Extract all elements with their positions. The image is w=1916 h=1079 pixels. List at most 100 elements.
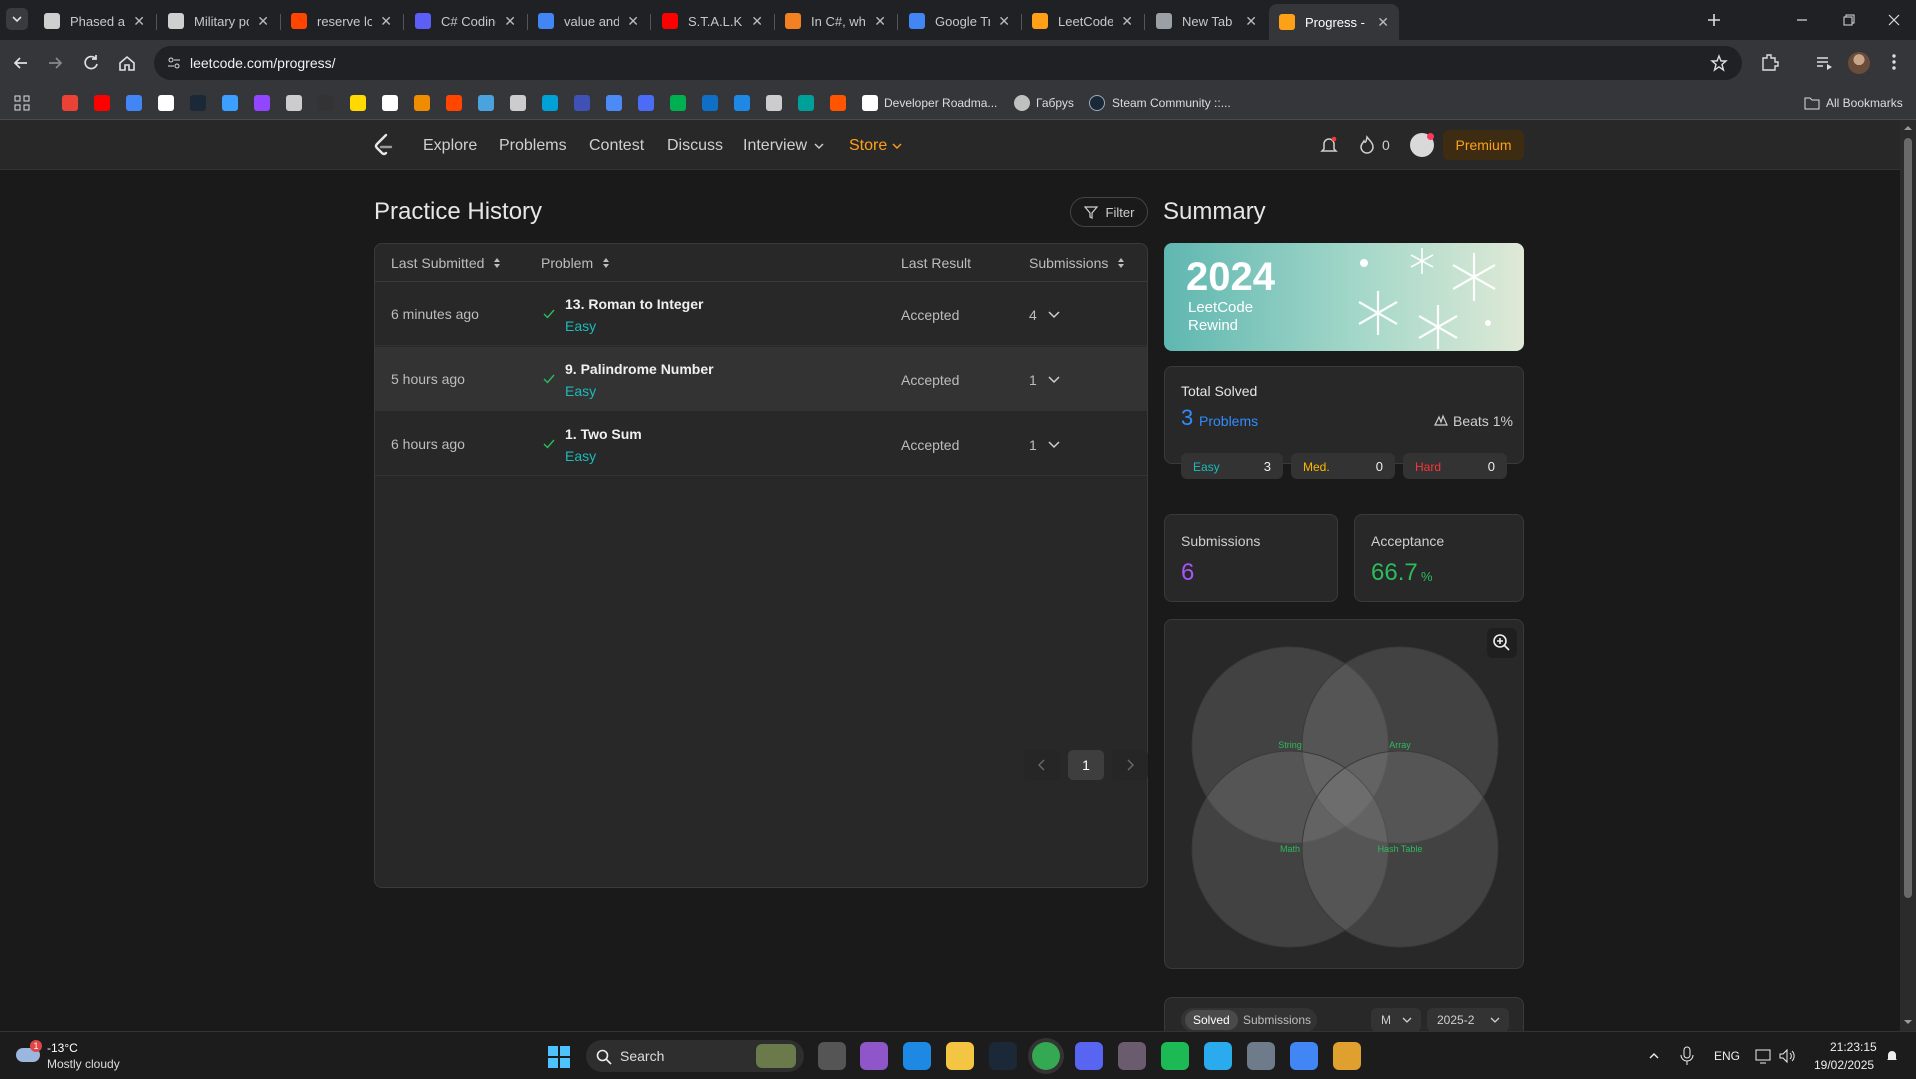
habr-bookmark-icon[interactable] — [1014, 95, 1030, 111]
browser-tab[interactable]: reserve loot is ✕ — [281, 6, 402, 36]
filter-button[interactable]: Filter — [1070, 197, 1148, 227]
tab-close-icon[interactable]: ✕ — [133, 13, 145, 30]
back-button[interactable] — [8, 50, 34, 76]
bookmark-icon[interactable] — [670, 95, 686, 111]
browser-tab[interactable]: value and refer ✕ — [528, 6, 649, 36]
bookmark-icon[interactable] — [190, 95, 206, 111]
minimize-button[interactable] — [1790, 8, 1814, 32]
bookmark-icon[interactable] — [318, 95, 334, 111]
pagination-page[interactable]: 1 — [1068, 750, 1104, 780]
profile-avatar[interactable] — [1848, 52, 1870, 74]
sort-problem[interactable]: Problem — [541, 255, 613, 271]
bookmark-habr[interactable]: Габруs — [1036, 96, 1074, 110]
bookmark-icon[interactable] — [62, 95, 78, 111]
steam-icon[interactable] — [989, 1042, 1017, 1070]
bookmark-icon[interactable] — [574, 95, 590, 111]
notifications-button[interactable] — [1318, 134, 1340, 156]
bookmark-icon[interactable] — [542, 95, 558, 111]
site-info-icon[interactable] — [166, 55, 182, 71]
tab-close-icon[interactable]: ✕ — [504, 13, 516, 30]
chevron-down-icon[interactable] — [1047, 308, 1061, 322]
bookmark-icon[interactable] — [286, 95, 302, 111]
bookmark-icon[interactable] — [414, 95, 430, 111]
solved-unit[interactable]: Problems — [1199, 413, 1258, 429]
tab-close-icon[interactable]: ✕ — [1121, 13, 1133, 30]
tab-close-icon[interactable]: ✕ — [627, 13, 639, 30]
media-controls-button[interactable] — [1812, 50, 1836, 74]
chevron-down-icon[interactable] — [1047, 373, 1061, 387]
pagination-prev[interactable] — [1024, 750, 1060, 780]
nav-problems[interactable]: Problems — [499, 137, 567, 155]
new-tab-button[interactable] — [1702, 8, 1726, 32]
task-view-icon[interactable] — [818, 1042, 846, 1070]
toggle-submissions[interactable]: Submissions — [1243, 1013, 1311, 1027]
month-select[interactable]: 2025-2 — [1427, 1008, 1509, 1032]
browser-tab[interactable]: Phased array el ✕ — [34, 6, 155, 36]
address-bar[interactable]: leetcode.com/progress/ — [154, 46, 1742, 80]
taskbar-search[interactable]: Search — [586, 1040, 804, 1072]
tab-close-icon[interactable]: ✕ — [751, 13, 763, 30]
apps-grid-icon[interactable] — [14, 95, 30, 111]
period-select[interactable]: M — [1371, 1008, 1421, 1032]
table-row[interactable]: 5 hours ago 9. Palindrome Number Easy Accep… — [375, 347, 1147, 411]
developer-roadmaps-bookmark-icon[interactable] — [862, 95, 878, 111]
bookmark-icon[interactable] — [830, 95, 846, 111]
bookmark-icon[interactable] — [446, 95, 462, 111]
forward-button[interactable] — [42, 50, 68, 76]
weather-widget[interactable]: 1 -13°C Mostly cloudy — [14, 1038, 134, 1074]
bookmark-icon[interactable] — [702, 95, 718, 111]
bookmark-icon[interactable] — [510, 95, 526, 111]
browser-tab[interactable]: Progress - Leet ✕ — [1269, 4, 1399, 40]
telegram-icon[interactable] — [1204, 1042, 1232, 1070]
game-app-icon[interactable] — [1118, 1042, 1146, 1070]
extensions-button[interactable] — [1758, 50, 1782, 74]
nav-interview[interactable]: Interview — [743, 137, 807, 155]
user-avatar[interactable] — [1410, 133, 1434, 157]
table-row[interactable]: 6 hours ago 1. Two Sum Easy Accepted 1 — [375, 412, 1147, 476]
browser-tab[interactable]: New Tab ✕ — [1146, 6, 1267, 36]
bookmark-icon[interactable] — [254, 95, 270, 111]
tab-close-icon[interactable]: ✕ — [380, 13, 392, 30]
scroll-down-icon[interactable] — [1904, 1018, 1912, 1026]
visual-studio-icon[interactable] — [860, 1042, 888, 1070]
browser-tab[interactable]: Military power ✕ — [158, 6, 279, 36]
scrollbar-thumb[interactable] — [1904, 138, 1912, 898]
leetcode-logo-icon[interactable] — [372, 133, 394, 157]
nav-discuss[interactable]: Discuss — [667, 137, 723, 155]
vscode-icon[interactable] — [903, 1042, 931, 1070]
pagination-next[interactable] — [1112, 750, 1148, 780]
microphone-icon[interactable] — [1680, 1046, 1694, 1066]
browser-tab[interactable]: C# Coding guic ✕ — [405, 6, 526, 36]
settings-icon[interactable] — [1247, 1042, 1275, 1070]
browser-menu-button[interactable] — [1884, 50, 1904, 74]
restore-button[interactable] — [1836, 8, 1860, 32]
chrome-profile-icon[interactable] — [1290, 1042, 1318, 1070]
row-problem-title[interactable]: 1. Two Sum — [565, 426, 642, 442]
row-problem-title[interactable]: 9. Palindrome Number — [565, 361, 714, 377]
bookmark-icon[interactable] — [734, 95, 750, 111]
nav-contest[interactable]: Contest — [589, 137, 644, 155]
scroll-up-icon[interactable] — [1904, 124, 1912, 132]
clock-time[interactable]: 21:23:15 — [1830, 1040, 1877, 1054]
reload-button[interactable] — [78, 50, 104, 76]
bookmark-icon[interactable] — [350, 95, 366, 111]
bookmark-all-bookmarks[interactable]: All Bookmarks — [1826, 96, 1903, 110]
bookmark-icon[interactable] — [606, 95, 622, 111]
tab-close-icon[interactable]: ✕ — [257, 13, 269, 30]
bookmark-icon[interactable] — [382, 95, 398, 111]
browser-tab[interactable]: Google Transla ✕ — [899, 6, 1020, 36]
spotify-icon[interactable] — [1161, 1042, 1189, 1070]
bookmark-steam-community[interactable]: Steam Community ::... — [1112, 96, 1231, 110]
chevron-down-icon[interactable] — [1047, 438, 1061, 452]
notification-bell-icon[interactable] — [1884, 1048, 1900, 1064]
app-icon[interactable] — [1333, 1042, 1361, 1070]
tab-close-icon[interactable]: ✕ — [998, 13, 1010, 30]
page-scrollbar[interactable] — [1900, 120, 1916, 1031]
file-explorer-icon[interactable] — [946, 1042, 974, 1070]
browser-tab[interactable]: S.T.A.L.K.E.R.: C ✕ — [652, 6, 773, 36]
bookmark-icon[interactable] — [222, 95, 238, 111]
bookmark-star-icon[interactable] — [1710, 54, 1728, 72]
tray-overflow-icon[interactable] — [1648, 1050, 1660, 1062]
bookmark-developer-roadmaps[interactable]: Developer Roadma... — [884, 96, 997, 110]
clock-date[interactable]: 19/02/2025 — [1814, 1058, 1874, 1072]
